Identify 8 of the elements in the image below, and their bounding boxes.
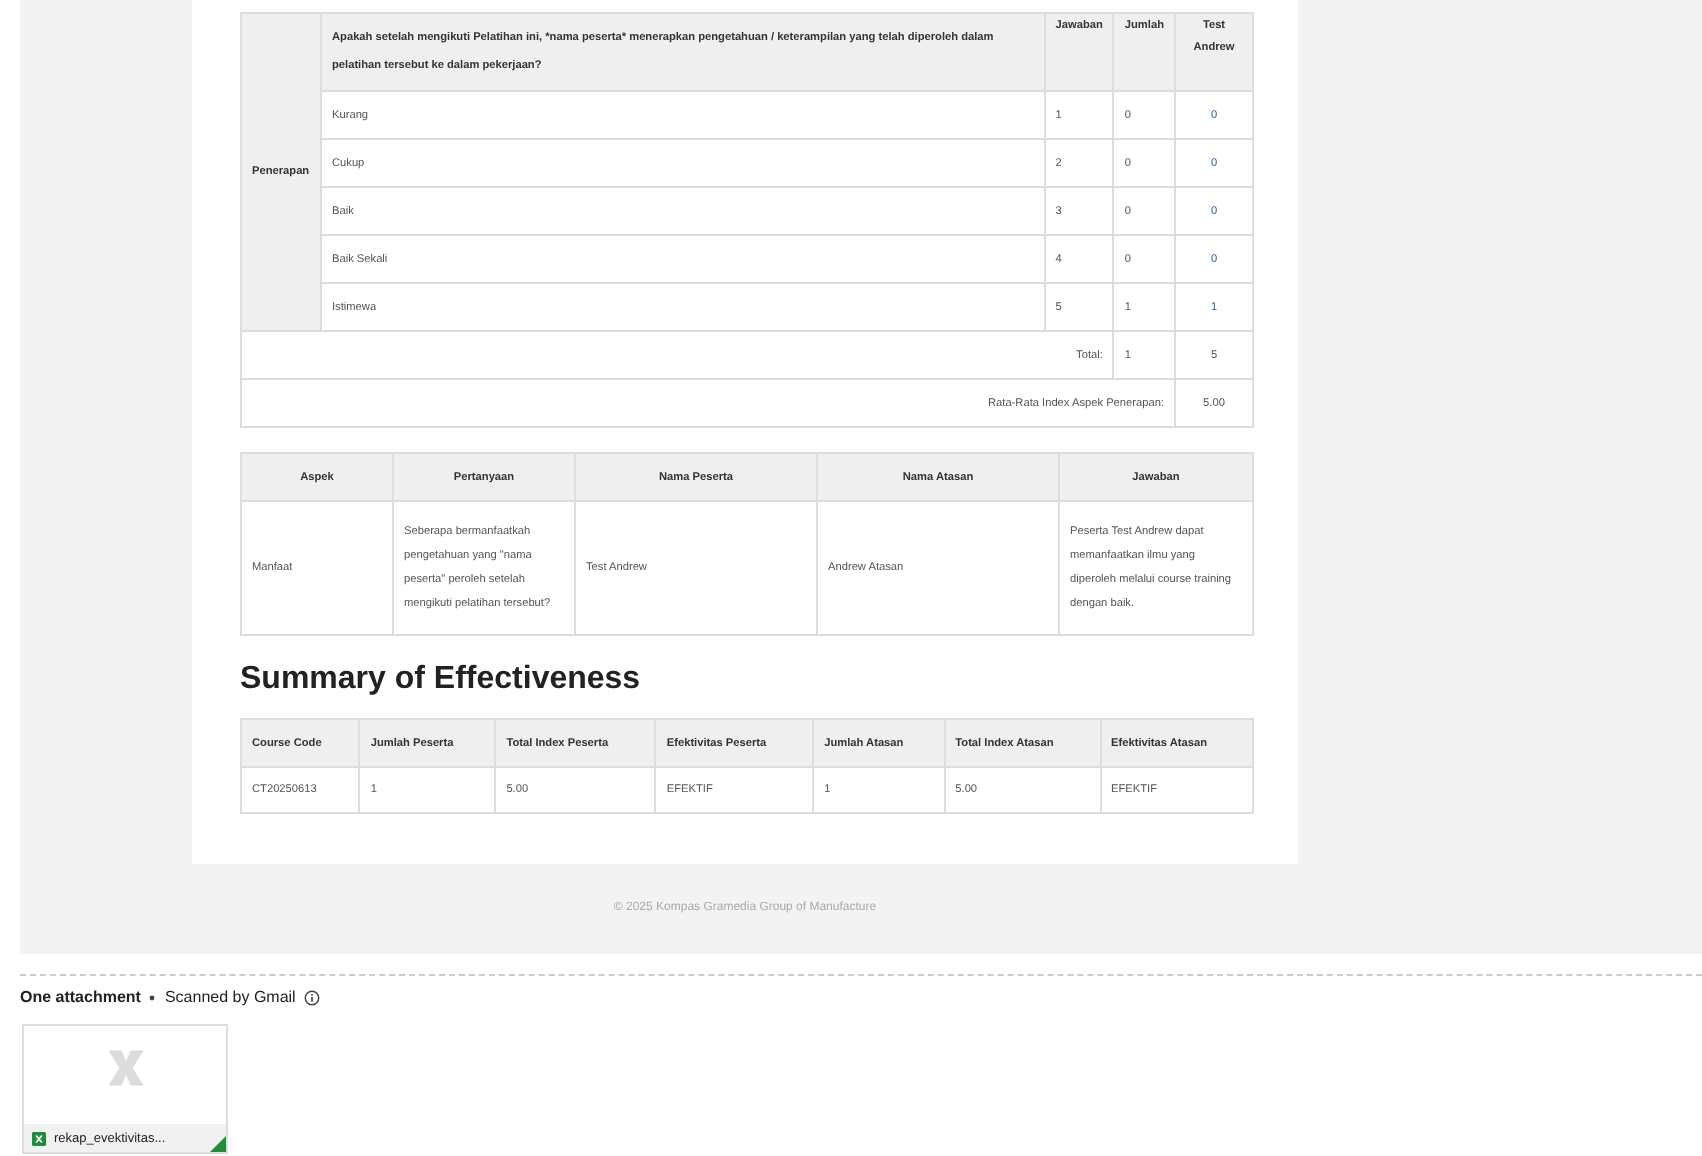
scan-note: Scanned by Gmail: [164, 988, 296, 1006]
corner-fold-icon: [210, 1136, 226, 1152]
spreadsheet-icon: [103, 1046, 147, 1090]
info-icon[interactable]: [303, 989, 320, 1005]
excel-file-icon: [32, 1131, 46, 1145]
separator-dot-icon: [148, 993, 157, 1001]
section-heading: Summary of Effectiveness: [240, 662, 643, 698]
attachment-heading: One attachment: [20, 988, 141, 1006]
